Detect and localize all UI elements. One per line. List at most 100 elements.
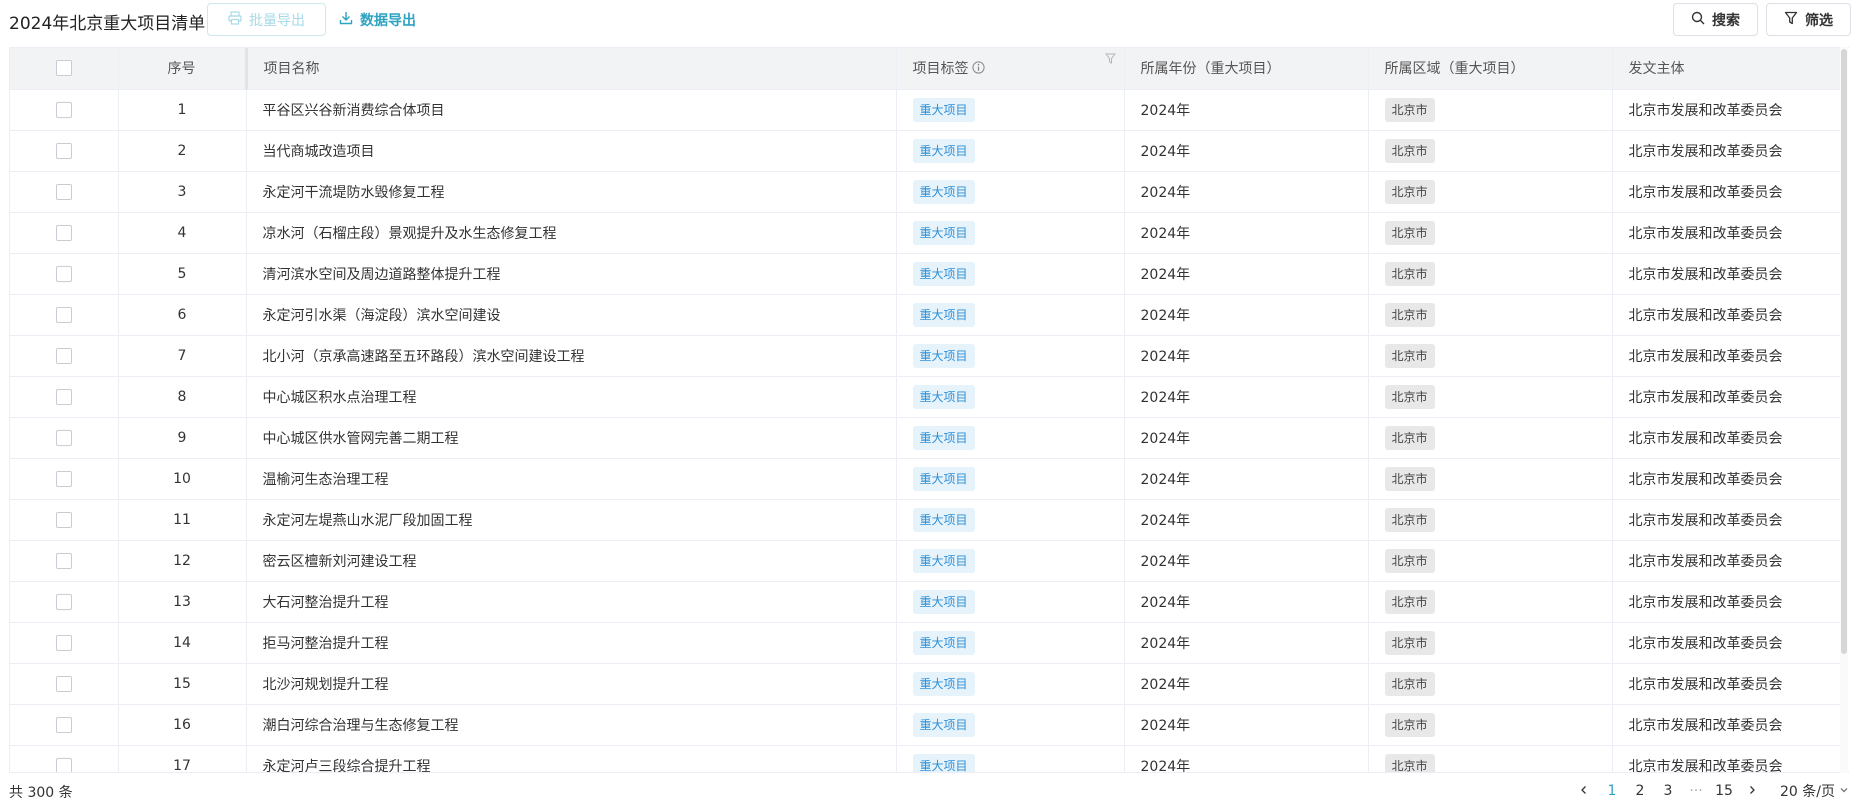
page-size-select[interactable]: 20 条/页 [1780, 781, 1849, 801]
table-row[interactable]: 2 当代商城改造项目 重大项目 2024年 北京市 北京市发展和改革委员会 [10, 130, 1842, 172]
project-name: 当代商城改造项目 [246, 130, 897, 172]
project-tag: 重大项目 [912, 712, 975, 737]
table-row[interactable]: 9 中心城区供水管网完善二期工程 重大项目 2024年 北京市 北京市发展和改革委员会 [10, 417, 1842, 459]
row-checkbox[interactable] [55, 470, 72, 487]
table-row[interactable]: 4 凉水河（石榴庄段）景观提升及水生态修复工程 重大项目 2024年 北京市 北京市发展和… [10, 212, 1842, 254]
page-3[interactable]: 3 [1654, 779, 1682, 803]
page-2[interactable]: 2 [1626, 779, 1654, 803]
table-row[interactable]: 7 北小河（京承高速路至五环路段）滨水空间建设工程 重大项目 2024年 北京市 北京市发… [10, 335, 1842, 377]
data-export-button[interactable]: 数据导出 [333, 3, 422, 36]
project-year: 2024年 [1124, 212, 1369, 254]
row-index: 15 [118, 663, 247, 705]
row-index: 16 [118, 704, 247, 746]
row-checkbox[interactable] [55, 593, 72, 610]
project-issuer: 北京市发展和改革委员会 [1612, 704, 1842, 746]
row-checkbox[interactable] [55, 265, 72, 282]
batch-export-button[interactable]: 批量导出 [207, 3, 326, 36]
page-size-value: 20 条/页 [1780, 784, 1835, 800]
project-name: 北沙河规划提升工程 [246, 663, 897, 705]
table-row[interactable]: 5 清河滨水空间及周边道路整体提升工程 重大项目 2024年 北京市 北京市发展和改革委员… [10, 253, 1842, 295]
table-row[interactable]: 17 永定河卢三段综合提升工程 重大项目 2024年 北京市 北京市发展和改革委员会 [10, 745, 1842, 772]
project-issuer: 北京市发展和改革委员会 [1612, 294, 1842, 336]
project-name: 凉水河（石榴庄段）景观提升及水生态修复工程 [246, 212, 897, 254]
table-row[interactable]: 10 温榆河生态治理工程 重大项目 2024年 北京市 北京市发展和改革委员会 [10, 458, 1842, 500]
search-button[interactable]: 搜索 [1673, 3, 1758, 36]
project-region-cell: 北京市 [1368, 335, 1613, 377]
table-row[interactable]: 15 北沙河规划提升工程 重大项目 2024年 北京市 北京市发展和改革委员会 [10, 663, 1842, 705]
select-all-checkbox[interactable] [55, 60, 72, 77]
table-row[interactable]: 12 密云区檀新刘河建设工程 重大项目 2024年 北京市 北京市发展和改革委员会 [10, 540, 1842, 582]
row-checkbox[interactable] [55, 716, 72, 733]
search-icon [1691, 11, 1705, 29]
project-tag-cell: 重大项目 [896, 581, 1125, 623]
project-region: 北京市 [1384, 261, 1435, 286]
project-issuer: 北京市发展和改革委员会 [1612, 540, 1842, 582]
project-tag-cell: 重大项目 [896, 704, 1125, 746]
row-checkbox[interactable] [55, 552, 72, 569]
row-checkbox[interactable] [55, 142, 72, 159]
project-region: 北京市 [1384, 343, 1435, 368]
project-region-cell: 北京市 [1368, 171, 1613, 213]
row-select-cell [10, 663, 119, 705]
project-tag-cell: 重大项目 [896, 417, 1125, 459]
data-export-label: 数据导出 [360, 12, 416, 29]
row-checkbox[interactable] [55, 675, 72, 692]
row-select-cell [10, 704, 119, 746]
row-select-cell [10, 745, 119, 772]
project-year: 2024年 [1124, 622, 1369, 664]
project-region: 北京市 [1384, 712, 1435, 737]
table-row[interactable]: 8 中心城区积水点治理工程 重大项目 2024年 北京市 北京市发展和改革委员会 [10, 376, 1842, 418]
row-select-cell [10, 540, 119, 582]
row-checkbox[interactable] [55, 757, 72, 772]
project-name: 温榆河生态治理工程 [246, 458, 897, 500]
table-row[interactable]: 16 潮白河综合治理与生态修复工程 重大项目 2024年 北京市 北京市发展和改革委员会 [10, 704, 1842, 746]
project-region: 北京市 [1384, 138, 1435, 163]
row-select-cell [10, 294, 119, 336]
row-checkbox[interactable] [55, 101, 72, 118]
project-tag-cell: 重大项目 [896, 540, 1125, 582]
project-region: 北京市 [1384, 179, 1435, 204]
table-row[interactable]: 11 永定河左堤燕山水泥厂段加固工程 重大项目 2024年 北京市 北京市发展和改革委员会 [10, 499, 1842, 541]
row-checkbox[interactable] [55, 306, 72, 323]
filter-button[interactable]: 筛选 [1766, 3, 1851, 36]
chevron-down-icon [1839, 783, 1849, 799]
project-region: 北京市 [1384, 466, 1435, 491]
info-icon[interactable] [971, 61, 985, 78]
row-checkbox[interactable] [55, 511, 72, 528]
chevron-right-icon[interactable] [1738, 779, 1766, 803]
project-region: 北京市 [1384, 548, 1435, 573]
project-tag-cell: 重大项目 [896, 499, 1125, 541]
table-row[interactable]: 14 拒马河整治提升工程 重大项目 2024年 北京市 北京市发展和改革委员会 [10, 622, 1842, 664]
project-issuer: 北京市发展和改革委员会 [1612, 89, 1842, 131]
row-checkbox[interactable] [55, 183, 72, 200]
project-name: 永定河卢三段综合提升工程 [246, 745, 897, 772]
row-checkbox[interactable] [55, 388, 72, 405]
project-region-cell: 北京市 [1368, 294, 1613, 336]
row-checkbox[interactable] [55, 429, 72, 446]
table-scrollbar-thumb[interactable] [1841, 49, 1847, 654]
row-checkbox[interactable] [55, 224, 72, 241]
table-row[interactable]: 3 永定河干流堤防水毁修复工程 重大项目 2024年 北京市 北京市发展和改革委员会 [10, 171, 1842, 213]
chevron-left-icon[interactable] [1570, 779, 1598, 803]
table-row[interactable]: 1 平谷区兴谷新消费综合体项目 重大项目 2024年 北京市 北京市发展和改革委员会 [10, 89, 1842, 131]
page-ellipsis[interactable]: ··· [1682, 779, 1710, 803]
column-filter-funnel-icon[interactable] [1104, 52, 1116, 68]
row-checkbox[interactable] [55, 347, 72, 364]
page-15[interactable]: 15 [1710, 779, 1738, 803]
project-tag-cell: 重大项目 [896, 376, 1125, 418]
project-year: 2024年 [1124, 704, 1369, 746]
column-header-name: 项目名称 [244, 48, 897, 90]
project-tag-cell: 重大项目 [896, 253, 1125, 295]
project-year: 2024年 [1124, 745, 1369, 772]
project-tag: 重大项目 [912, 548, 975, 573]
project-issuer: 北京市发展和改革委员会 [1612, 417, 1842, 459]
project-issuer: 北京市发展和改革委员会 [1612, 581, 1842, 623]
table-scrollbar[interactable] [1840, 47, 1848, 773]
row-checkbox[interactable] [55, 634, 72, 651]
row-index: 1 [118, 89, 247, 131]
project-region: 北京市 [1384, 630, 1435, 655]
page-1[interactable]: 1 [1598, 779, 1626, 803]
project-name: 永定河干流堤防水毁修复工程 [246, 171, 897, 213]
table-row[interactable]: 13 大石河整治提升工程 重大项目 2024年 北京市 北京市发展和改革委员会 [10, 581, 1842, 623]
table-row[interactable]: 6 永定河引水渠（海淀段）滨水空间建设 重大项目 2024年 北京市 北京市发展和改革委员… [10, 294, 1842, 336]
